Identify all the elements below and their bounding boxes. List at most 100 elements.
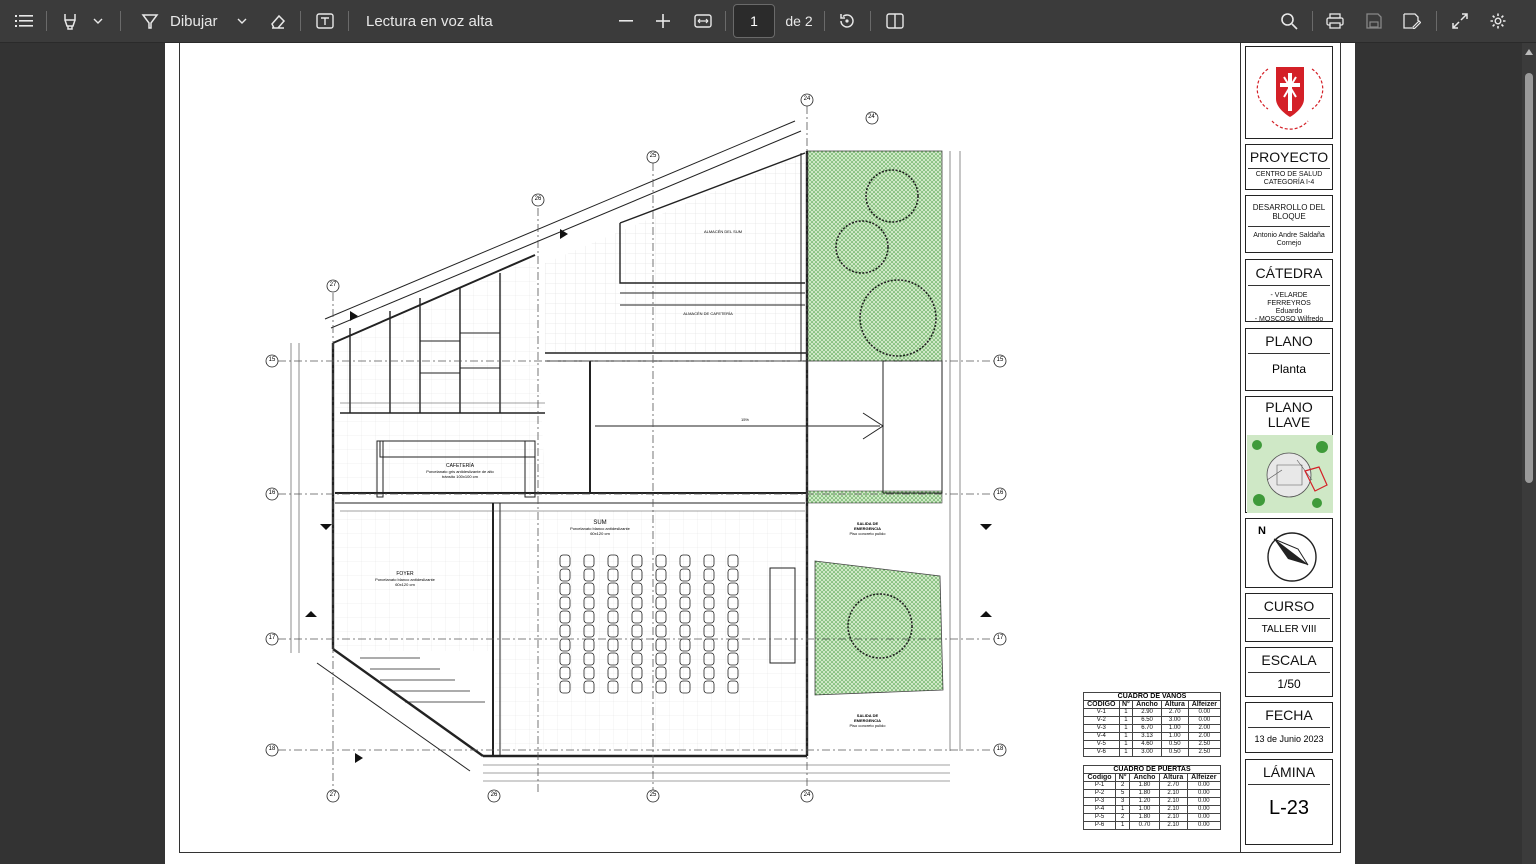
table-row: P-6 1 0.70 2.10 0.00 — [1082, 821, 1222, 830]
draw-button[interactable]: Dibujar — [170, 6, 222, 36]
save-icon[interactable] — [1361, 6, 1387, 36]
table-row: P-2 5 1.80 2.10 0.00 — [1082, 789, 1222, 798]
puertas-header: Ancho — [1129, 773, 1160, 782]
curso-value: TALLER VIII — [1248, 618, 1330, 635]
table-row: V-3 1 6.70 1.00 2.00 — [1083, 724, 1222, 733]
north-label: N — [1258, 525, 1266, 537]
table-row: V-1 1 2.90 2.70 0.00 — [1083, 708, 1222, 717]
floor-plan-drawing — [265, 93, 1007, 803]
room-label-sum: SUM Porcelanato blanco antideslizante 60… — [565, 520, 635, 536]
university-logo — [1245, 46, 1333, 139]
escala-panel: ESCALA 1/50 — [1245, 647, 1333, 697]
pdf-toolbar: Dibujar Lectura en voz alta 1 de 2 — [0, 0, 1536, 43]
room-label-almacen-sum: ALMACÉN DEL SUM — [703, 229, 743, 234]
zoom-in-icon[interactable] — [650, 6, 676, 36]
cafeteria-finish: Porcelanato gris antideslizante de alto … — [426, 469, 494, 479]
vanos-schedule: CUADRO DE VANOS CODIGO N° Ancho Altura A… — [1083, 692, 1222, 757]
salida-1-title: SALIDA DE EMERGENCIA — [853, 521, 882, 531]
axis-label-27: 27 — [329, 282, 337, 288]
puertas-table: Codigo N° Ancho Altura Alfeizer P-1 2 1.80… — [1082, 773, 1222, 830]
curso-title: CURSO — [1263, 598, 1315, 614]
lamina-panel: LÁMINA L-23 — [1245, 759, 1333, 845]
vanos-header: Alfeizer — [1187, 700, 1222, 709]
scrollbar-thumb[interactable] — [1525, 73, 1533, 483]
highlight-chevron-down-icon[interactable] — [88, 6, 108, 36]
catedra-title: CÁTEDRA — [1255, 265, 1323, 281]
foyer-finish: Porcelanato blanco antideslizante 60x120… — [375, 577, 435, 587]
puertas-header: N° — [1115, 773, 1131, 782]
fecha-panel: FECHA 13 de Junio 2023 — [1245, 702, 1333, 753]
lamina-title: LÁMINA — [1262, 764, 1316, 780]
catedra-value-3: - MOSCOSO Wilfredo — [1254, 316, 1324, 323]
proyecto-value: CENTRO DE SALUD CATEGORÍA I-4 — [1248, 168, 1330, 187]
vanos-header: CODIGO — [1083, 700, 1120, 709]
puertas-schedule: CUADRO DE PUERTAS Codigo N° Ancho Altura… — [1082, 765, 1222, 830]
plano-title: PLANO — [1265, 333, 1313, 349]
sum-finish: Porcelanato blanco antideslizante 60x120… — [570, 526, 630, 536]
plano-llave-panel: PLANO LLAVE — [1245, 396, 1333, 513]
print-icon[interactable] — [1322, 6, 1348, 36]
draw-pen-icon[interactable] — [136, 6, 164, 36]
axis-label-26: 26 — [534, 196, 542, 202]
table-row: V-4 1 3.13 1.00 2.00 — [1083, 732, 1222, 741]
axis-label-18: 18 — [268, 746, 276, 752]
axis-label-17-right: 17 — [996, 635, 1004, 641]
room-label-almacen-cafeteria: ALMACÉN DE CAFETERÍA — [683, 311, 733, 316]
vanos-table: CODIGO N° Ancho Altura Alfeizer V-1 1 2.90… — [1083, 700, 1222, 757]
puertas-header: Codigo — [1082, 773, 1117, 782]
salida-2-title: SALIDA DE EMERGENCIA — [853, 713, 882, 723]
read-aloud-button[interactable]: Lectura en voz alta — [366, 6, 506, 36]
page-total-label: de 2 — [785, 13, 813, 29]
contents-menu-icon[interactable] — [10, 6, 38, 36]
key-plan-thumbnail — [1247, 435, 1333, 513]
fit-width-icon[interactable] — [690, 6, 716, 36]
puertas-caption: CUADRO DE PUERTAS — [1083, 765, 1221, 773]
escala-value: 1/50 — [1248, 672, 1330, 691]
plano-panel: PLANO Planta — [1245, 328, 1333, 391]
table-row: P-4 1 1.00 2.10 0.00 — [1082, 805, 1222, 814]
table-row: V-5 1 4.60 0.50 2.50 — [1083, 740, 1222, 749]
escala-title: ESCALA — [1261, 652, 1317, 668]
desarrollo-panel: DESARROLLO DEL BLOQUE Antonio Andre Sald… — [1245, 195, 1333, 253]
settings-gear-icon[interactable] — [1485, 6, 1511, 36]
vertical-scrollbar[interactable] — [1522, 43, 1536, 864]
fecha-value: 13 de Junio 2023 — [1248, 727, 1330, 744]
plano-value: Planta — [1248, 353, 1330, 376]
scroll-up-arrow-icon[interactable] — [1525, 49, 1533, 55]
axis-label-27-bottom: 27 — [329, 792, 337, 798]
vanos-header: N° — [1118, 700, 1134, 709]
save-as-icon[interactable] — [1399, 6, 1425, 36]
page-number-input[interactable]: 1 — [733, 4, 775, 38]
search-icon[interactable] — [1276, 6, 1302, 36]
table-row: P-3 3 1.20 2.10 0.00 — [1082, 797, 1222, 806]
curso-panel: CURSO TALLER VIII — [1245, 593, 1333, 642]
table-row: P-1 2 1.80 2.70 0.00 — [1082, 781, 1222, 790]
proyecto-panel: PROYECTO CENTRO DE SALUD CATEGORÍA I-4 — [1245, 144, 1333, 190]
axis-label-26-bottom: 26 — [490, 792, 498, 798]
axis-label-16: 16 — [268, 490, 276, 496]
axis-label-24b: 24' — [868, 114, 876, 120]
draw-chevron-down-icon[interactable] — [232, 6, 252, 36]
rotate-icon[interactable] — [834, 6, 860, 36]
catedra-value-1: - VELARDE FERREYROS — [1267, 292, 1311, 307]
highlight-icon[interactable] — [56, 6, 84, 36]
axis-label-15: 15 — [268, 357, 276, 363]
table-row: V-6 1 3.00 0.50 2.50 — [1083, 748, 1222, 757]
fecha-title: FECHA — [1265, 707, 1313, 723]
catedra-values: - VELARDE FERREYROS Eduardo - MOSCOSO Wi… — [1248, 285, 1330, 324]
north-arrow-panel: N — [1245, 518, 1333, 588]
page-view-icon[interactable] — [882, 6, 908, 36]
table-row: V-2 1 6.50 3.00 0.00 — [1083, 716, 1222, 725]
axis-label-16-right: 16 — [996, 490, 1004, 496]
add-text-icon[interactable] — [311, 6, 339, 36]
ramp-slope-label: 15% — [740, 417, 749, 422]
eraser-icon[interactable] — [264, 6, 292, 36]
proyecto-title: PROYECTO — [1249, 149, 1329, 165]
salida-2-floor: Piso concreto pulido — [849, 723, 886, 728]
axis-label-24: 24 — [803, 96, 811, 102]
axis-label-25-bottom: 25 — [649, 792, 657, 798]
zoom-out-icon[interactable] — [613, 6, 639, 36]
catedra-value-2: Eduardo — [1275, 308, 1303, 315]
fullscreen-icon[interactable] — [1447, 6, 1473, 36]
salida-1-floor: Piso concreto pulido — [849, 531, 886, 536]
